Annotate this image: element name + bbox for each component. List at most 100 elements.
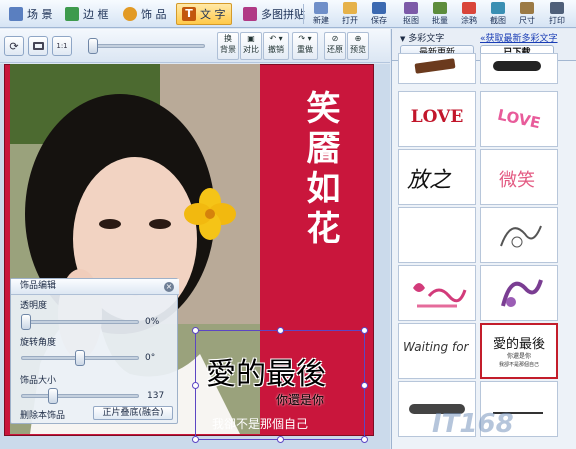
actual-size-icon: 1:1 (56, 42, 68, 50)
doodle-button[interactable]: 涂鸦 (454, 2, 484, 26)
undo-icon: ↶ ▾ (269, 34, 283, 43)
print-button[interactable]: 打印 (542, 2, 572, 26)
vertical-title-text[interactable]: 笑靥如花 (296, 90, 345, 250)
screenshot-icon (491, 2, 505, 14)
tile-text: 愛的最後 (492, 337, 545, 352)
screenshot-button[interactable]: 截图 (483, 2, 513, 26)
tile-art (414, 58, 456, 74)
new-button[interactable]: 新建 (306, 2, 336, 26)
zoom-slider-thumb[interactable] (88, 38, 98, 54)
rotation-label: 旋转角度 (20, 338, 57, 348)
tile-item[interactable] (480, 53, 558, 84)
new-icon (314, 2, 328, 14)
opacity-label: 透明度 (20, 301, 48, 311)
tile-item[interactable]: LOVE (398, 91, 476, 147)
collapse-icon[interactable]: ▼ (400, 35, 405, 43)
save-icon (372, 2, 386, 14)
frame-icon (65, 7, 79, 21)
actual-size-button[interactable]: 1:1 (52, 36, 72, 56)
redo-button[interactable]: ↷ ▾ 重做 (292, 32, 318, 60)
text-style-panel: ▼ 多彩文字 «获取最新多彩文字 最新更新 已下载 LOVE LOVE 放之 微… (391, 29, 576, 449)
open-button[interactable]: 打开 (335, 2, 365, 26)
tile-art (500, 225, 542, 248)
delete-ornament-link[interactable]: 删除本饰品 (20, 408, 65, 421)
size-slider[interactable] (21, 394, 139, 398)
preview-button[interactable]: ⊕ 预览 (347, 32, 369, 60)
tile-item[interactable] (398, 207, 476, 263)
tile-art (413, 283, 467, 308)
opacity-slider[interactable] (21, 320, 139, 324)
preview-icon: ⊕ (354, 34, 362, 43)
save-button[interactable]: 保存 (364, 2, 394, 26)
overlay-text-line3: 我卻不是那個自己 (212, 417, 309, 431)
tile-text: 微笑 (499, 170, 535, 191)
tile-text: 放之 (407, 168, 452, 193)
resize-handle[interactable] (277, 436, 284, 443)
restore-icon: ⊘ (331, 34, 339, 43)
edit-panel-header: 饰品编辑 (11, 279, 179, 295)
tile-item[interactable] (398, 265, 476, 321)
multiply-blend-button[interactable]: 正片叠底(融合) (93, 406, 173, 420)
rotate-button[interactable]: ⟳ (4, 36, 24, 56)
opacity-slider-thumb[interactable] (21, 314, 31, 330)
cutout-icon (404, 2, 418, 14)
change-background-button[interactable]: 换 背景 (217, 32, 239, 60)
resize-handle[interactable] (277, 327, 284, 334)
rotate-icon: ⟳ (9, 39, 19, 53)
close-icon[interactable]: × (164, 282, 174, 292)
batch-icon (433, 2, 447, 14)
tab-scene[interactable]: 场 景 (4, 3, 58, 25)
zoom-slider[interactable] (90, 44, 205, 48)
resize-button[interactable]: 尺寸 (512, 2, 542, 26)
tile-item[interactable]: LOVE (480, 91, 558, 147)
tile-item[interactable] (480, 265, 558, 321)
tab-text[interactable]: T 文 字 (176, 3, 232, 25)
tab-frame[interactable]: 边 框 (60, 3, 114, 25)
tile-item-selected[interactable]: 愛的最後 你還是你 我卻不是那個自己 (480, 323, 558, 379)
cutout-button[interactable]: 抠图 (396, 2, 426, 26)
overlay-text-line2: 你還是你 (276, 393, 325, 407)
size-label: 饰品大小 (20, 376, 57, 386)
size-slider-thumb[interactable] (48, 388, 58, 404)
rotation-slider-thumb[interactable] (75, 350, 85, 366)
open-icon (343, 2, 357, 14)
fit-screen-button[interactable] (28, 36, 48, 56)
text-selection-box[interactable]: 愛的最後 你還是你 我卻不是那個自己 (192, 327, 368, 443)
tile-item[interactable]: Waiting for (398, 323, 476, 379)
tile-text: LOVE (410, 107, 464, 127)
resize-handle[interactable] (192, 327, 199, 334)
tab-ornament[interactable]: 饰 品 (118, 3, 172, 25)
panel-header: ▼ 多彩文字 (400, 34, 445, 44)
undo-button[interactable]: ↶ ▾ 撤销 (263, 32, 289, 60)
rotation-value: 0° (145, 353, 156, 363)
tile-item[interactable] (480, 207, 558, 263)
redo-icon: ↷ ▾ (298, 34, 312, 43)
resize-handle[interactable] (361, 382, 368, 389)
text-icon: T (182, 7, 196, 21)
tile-subtext: 我卻不是那個自己 (498, 362, 539, 368)
resize-handle[interactable] (192, 382, 199, 389)
ornament-edit-panel: 饰品编辑 × 透明度 0% 旋转角度 0° 饰品大小 137 删除本饰品 正片叠… (10, 278, 179, 424)
resize-handle[interactable] (361, 436, 368, 443)
compare-button[interactable]: ▣ 对比 (240, 32, 262, 60)
tile-subtext: 你還是你 (506, 353, 531, 360)
tab-collage[interactable]: 多图拼贴 (238, 3, 310, 25)
doodle-icon (462, 2, 476, 14)
opacity-value: 0% (145, 317, 160, 327)
overlay-text-main: 愛的最後 (206, 357, 326, 392)
batch-button[interactable]: 批量 (425, 2, 455, 26)
canvas-toolbar: ⟳ 1:1 换 背景 ▣ 对比 ↶ ▾ 撤销 ↷ ▾ 重做 ⊘ 还原 ⊕ 预览 (0, 29, 390, 63)
restore-button[interactable]: ⊘ 还原 (324, 32, 346, 60)
tile-item[interactable]: 微笑 (480, 149, 558, 205)
collage-icon (243, 7, 257, 21)
main-toolbar: 场 景 边 框 饰 品 T 文 字 多图拼贴 新建 打开 保存 抠图 批量 涂鸦 (0, 0, 576, 28)
get-latest-link[interactable]: «获取最新多彩文字 (480, 31, 558, 44)
tile-item[interactable]: 放之 (398, 149, 476, 205)
tile-item[interactable] (398, 53, 476, 84)
tile-art (493, 61, 541, 71)
ornament-icon (123, 7, 137, 21)
tile-text: LOVE (495, 105, 543, 133)
resize-handle[interactable] (361, 327, 368, 334)
print-icon (550, 2, 564, 14)
resize-handle[interactable] (192, 436, 199, 443)
